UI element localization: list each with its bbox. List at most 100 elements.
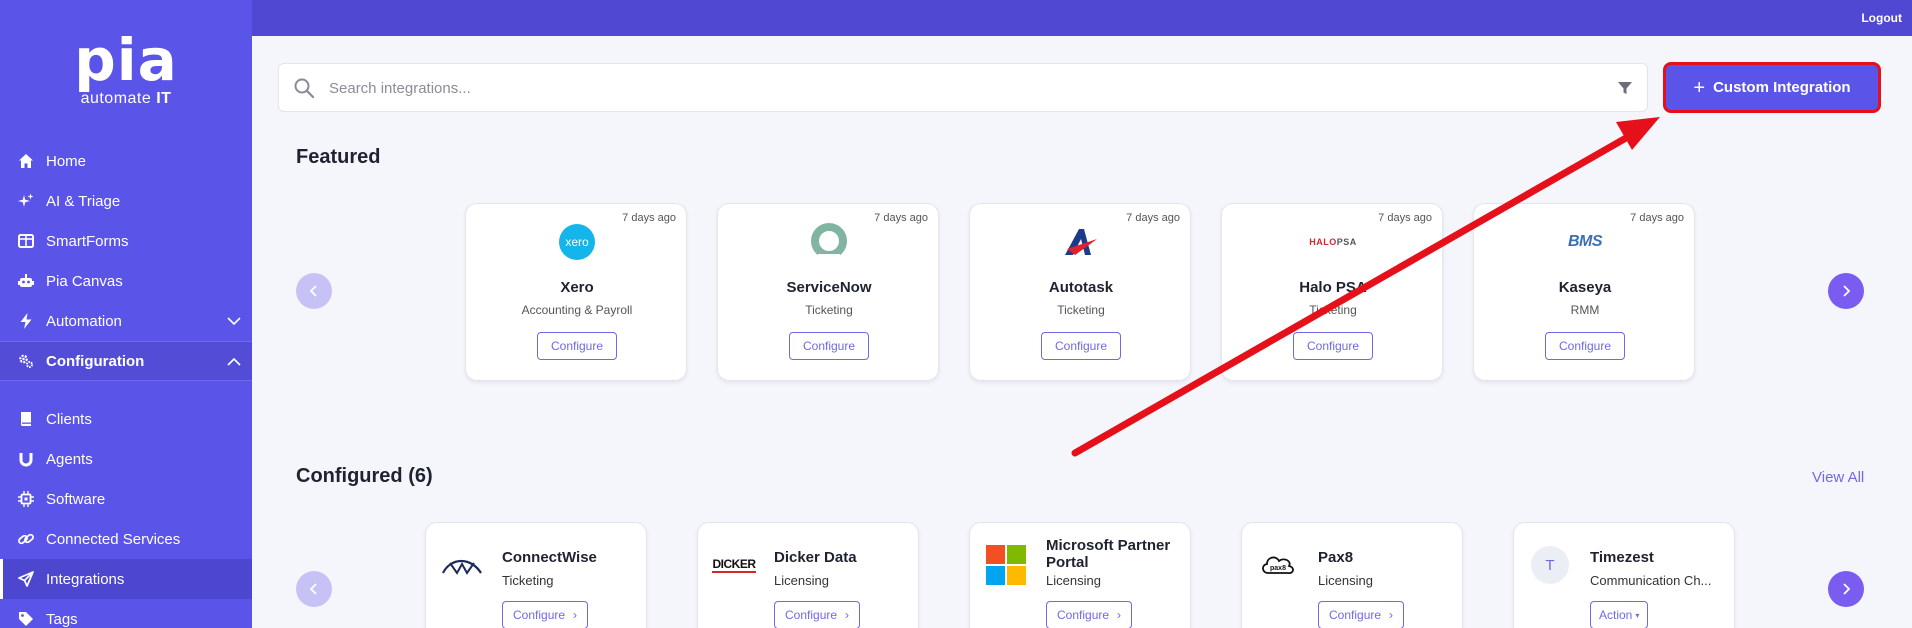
configured-card-connectwise[interactable]: ConnectWise Ticketing Configure › bbox=[425, 522, 647, 628]
configured-card-pax8[interactable]: pax8 Pax8 Licensing Configure › bbox=[1241, 522, 1463, 628]
configure-button[interactable]: Configure › bbox=[774, 601, 861, 628]
card-name: Pax8 bbox=[1318, 549, 1354, 566]
card-name: Dicker Data bbox=[774, 549, 857, 566]
top-bar: Logout bbox=[252, 0, 1912, 36]
configure-label: Configure bbox=[1329, 608, 1382, 622]
configure-button[interactable]: Configure › bbox=[1046, 601, 1133, 628]
card-category: Ticketing bbox=[1309, 303, 1357, 317]
card-category: Communication Ch... bbox=[1590, 573, 1712, 588]
sidebar-item-ai-triage[interactable]: AI & Triage bbox=[0, 181, 252, 221]
configure-button[interactable]: Configure bbox=[1293, 332, 1373, 360]
sidebar-item-label: Connected Services bbox=[46, 530, 181, 548]
featured-card-servicenow[interactable]: 7 days ago ServiceNow Ticketing Configur… bbox=[717, 203, 939, 381]
featured-next-button[interactable] bbox=[1828, 273, 1864, 309]
card-category: Accounting & Payroll bbox=[521, 303, 633, 317]
sidebar-item-integrations[interactable]: Integrations bbox=[0, 559, 252, 599]
configured-prev-button[interactable] bbox=[296, 571, 332, 607]
robot-icon bbox=[18, 273, 34, 289]
logo-wordmark: pia bbox=[74, 26, 178, 94]
card-name: Timezest bbox=[1590, 549, 1654, 566]
sidebar: pia automate IT Home AI & Triage SmartFo… bbox=[0, 0, 252, 628]
configured-next-button[interactable] bbox=[1828, 571, 1864, 607]
xero-logo: xero bbox=[466, 222, 688, 262]
form-icon bbox=[18, 233, 34, 249]
connectwise-logo bbox=[440, 545, 484, 585]
card-name: Microsoft Partner Portal bbox=[1046, 537, 1171, 571]
microsoft-logo bbox=[984, 545, 1028, 585]
sidebar-item-automation[interactable]: Automation bbox=[0, 301, 252, 341]
sidebar-item-label: Pia Canvas bbox=[46, 272, 123, 290]
tag-icon bbox=[18, 611, 34, 627]
card-category: RMM bbox=[1570, 303, 1600, 317]
configure-button[interactable]: Configure bbox=[1545, 332, 1625, 360]
chevron-right-icon: › bbox=[573, 608, 578, 622]
sidebar-item-smartforms[interactable]: SmartForms bbox=[0, 221, 252, 261]
chevron-right-icon: › bbox=[845, 608, 850, 622]
card-category: Ticketing bbox=[1057, 303, 1105, 317]
logo-tagline: automate IT bbox=[80, 90, 172, 107]
sidebar-item-clients[interactable]: Clients bbox=[0, 399, 252, 439]
filter-icon[interactable] bbox=[1617, 80, 1633, 96]
logout-link[interactable]: Logout bbox=[1861, 11, 1902, 25]
sidebar-item-configuration[interactable]: Configuration bbox=[0, 341, 252, 381]
sidebar-item-label: Clients bbox=[46, 410, 92, 428]
autotask-logo bbox=[970, 222, 1192, 262]
card-category: Ticketing bbox=[805, 303, 853, 317]
configure-button[interactable]: Configure › bbox=[502, 601, 589, 628]
dicker-logo: DICKER bbox=[712, 557, 756, 573]
custom-integration-button[interactable]: + Custom Integration bbox=[1663, 62, 1881, 113]
timezest-avatar: T bbox=[1528, 545, 1572, 585]
card-name: Autotask bbox=[1048, 279, 1114, 296]
sidebar-item-label: Tags bbox=[46, 610, 78, 628]
card-category: Licensing bbox=[1046, 573, 1101, 588]
sidebar-item-pia-canvas[interactable]: Pia Canvas bbox=[0, 261, 252, 301]
configured-card-timezest[interactable]: T Timezest Communication Ch... Action ▾ bbox=[1513, 522, 1735, 628]
app-logo[interactable]: pia automate IT bbox=[0, 28, 252, 108]
card-category: Ticketing bbox=[502, 573, 554, 588]
featured-card-kaseya[interactable]: 7 days ago BMS Kaseya RMM Configure bbox=[1473, 203, 1695, 381]
chevron-right-icon: › bbox=[1389, 608, 1394, 622]
search-input[interactable] bbox=[329, 74, 1529, 102]
configure-button[interactable]: Configure bbox=[1041, 332, 1121, 360]
configure-button[interactable]: Configure › bbox=[1318, 601, 1405, 628]
sidebar-item-agents[interactable]: Agents bbox=[0, 439, 252, 479]
sidebar-item-label: Agents bbox=[46, 450, 93, 468]
featured-card-autotask[interactable]: 7 days ago Autotask Ticketing Configure bbox=[969, 203, 1191, 381]
featured-card-halo-psa[interactable]: 7 days ago HALOPSA Halo PSA Ticketing Co… bbox=[1221, 203, 1443, 381]
chevron-up-icon bbox=[227, 357, 241, 366]
action-label: Action bbox=[1599, 608, 1633, 622]
sparkle-icon bbox=[18, 193, 34, 209]
custom-integration-label: Custom Integration bbox=[1713, 79, 1851, 96]
sidebar-item-label: Automation bbox=[46, 312, 122, 330]
configured-card-dicker-data[interactable]: DICKER Dicker Data Licensing Configure › bbox=[697, 522, 919, 628]
featured-prev-button[interactable] bbox=[296, 273, 332, 309]
configure-label: Configure bbox=[1057, 608, 1110, 622]
featured-card-xero[interactable]: 7 days ago xero Xero Accounting & Payrol… bbox=[465, 203, 687, 381]
sidebar-item-label: SmartForms bbox=[46, 232, 129, 250]
pax8-logo: pax8 bbox=[1256, 545, 1300, 585]
card-name: Kaseya bbox=[1558, 279, 1612, 296]
featured-title: Featured bbox=[296, 146, 381, 168]
sidebar-item-home[interactable]: Home bbox=[0, 141, 252, 181]
configure-button[interactable]: Configure bbox=[789, 332, 869, 360]
card-name: Halo PSA bbox=[1299, 279, 1367, 296]
search-icon bbox=[294, 78, 315, 99]
sidebar-item-label: Configuration bbox=[46, 352, 145, 370]
chevron-right-icon bbox=[1843, 583, 1851, 595]
chip-icon bbox=[18, 491, 34, 507]
sidebar-item-software[interactable]: Software bbox=[0, 479, 252, 519]
plus-icon: + bbox=[1693, 76, 1706, 99]
sidebar-item-tags[interactable]: Tags bbox=[0, 599, 252, 628]
sidebar-item-connected-services[interactable]: Connected Services bbox=[0, 519, 252, 559]
action-dropdown-button[interactable]: Action ▾ bbox=[1590, 601, 1649, 628]
card-category: Licensing bbox=[1318, 573, 1373, 588]
view-all-link[interactable]: View All bbox=[1812, 469, 1864, 486]
book-icon bbox=[18, 411, 34, 427]
home-icon bbox=[18, 153, 34, 169]
chevron-left-icon bbox=[309, 285, 317, 297]
cogs-icon bbox=[18, 353, 34, 369]
halopsa-logo: HALOPSA bbox=[1309, 237, 1357, 247]
configured-card-microsoft-partner-portal[interactable]: Microsoft Partner Portal Licensing Confi… bbox=[969, 522, 1191, 628]
configure-button[interactable]: Configure bbox=[537, 332, 617, 360]
magnet-icon bbox=[18, 451, 34, 467]
